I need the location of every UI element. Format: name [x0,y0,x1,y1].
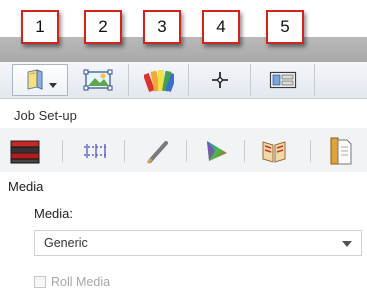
roll-media-checkbox[interactable] [34,276,46,288]
section-title: Job Set-up [14,108,77,123]
callout-5: 5 [266,10,304,44]
subtab-divider [62,140,63,162]
book-open-icon [262,141,286,163]
subtab-divider [186,140,187,162]
subtab-grid[interactable] [74,134,118,168]
media-stack-icon [10,140,40,164]
toolbar-button-layout[interactable] [251,64,315,96]
subtab-bar [0,128,367,173]
toolbar-button-book[interactable] [12,64,68,96]
crosshair-icon [211,72,228,88]
toolbar-button-image[interactable] [69,64,129,96]
grid-dots-icon [84,144,108,158]
media-select[interactable]: Generic [34,230,362,256]
callout-2: 2 [84,10,122,44]
callout-3: 3 [143,10,181,44]
callout-1: 1 [21,10,59,44]
subtab-divider [244,140,245,162]
callout-4: 4 [202,10,240,44]
toolbar-button-crosshair[interactable] [189,64,251,96]
image-edit-icon [83,69,112,91]
media-field-label: Media: [34,206,74,221]
roll-media-option[interactable]: Roll Media [34,275,110,289]
subtab-color[interactable] [194,134,238,168]
media-panel: Media Media: Generic Roll Media [0,172,367,289]
subtab-divider [124,140,125,162]
dropdown-arrow-icon [342,241,352,247]
media-panel-header: Media [8,179,44,194]
subtab-divider [310,140,311,162]
document-icon [330,137,352,165]
subtab-document[interactable] [318,134,362,168]
subtab-book[interactable] [252,134,296,168]
color-gamut-icon [207,141,227,161]
media-select-value: Generic [44,236,88,250]
chevron-down-icon [48,83,57,88]
roll-media-label: Roll Media [51,275,111,289]
main-toolbar [0,62,367,99]
subtab-pen[interactable] [136,134,180,168]
book-icon [27,69,42,90]
subtab-media[interactable] [4,134,48,168]
color-swatches-icon [143,70,174,93]
toolbar-button-swatches[interactable] [129,64,189,96]
pen-icon [146,141,168,164]
layout-window-icon [269,71,296,89]
